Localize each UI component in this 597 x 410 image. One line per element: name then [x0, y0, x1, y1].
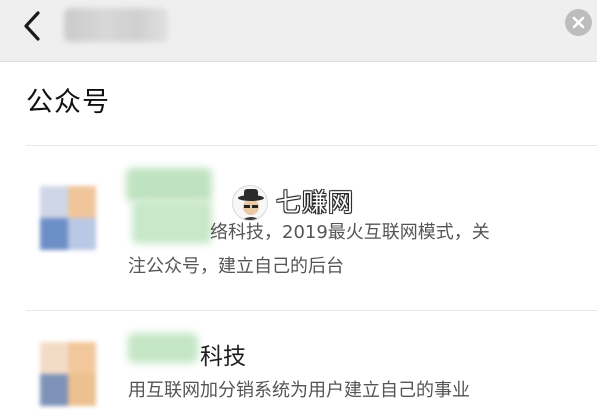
account-avatar [40, 342, 96, 406]
account-name-redacted [128, 333, 198, 363]
watermark-text: 七赚网 [276, 188, 355, 217]
chevron-left-icon [24, 11, 40, 41]
account-name: 科技 [200, 344, 246, 370]
watermark-logo-icon [232, 185, 268, 221]
search-bar [0, 0, 597, 62]
section-title: 公众号 [26, 87, 110, 118]
search-result-item[interactable]: 络科技，2019最火互联网模式，关 注公众号，建立自己的后台 [0, 146, 597, 310]
account-description: 络科技，2019最火互联网模式，关 注公众号，建立自己的后台 [128, 216, 588, 284]
account-avatar [40, 186, 96, 250]
description-line: 注公众号，建立自己的后台 [128, 256, 344, 277]
search-query-text[interactable] [64, 8, 168, 42]
clear-search-button[interactable] [565, 9, 592, 36]
description-line: 用互联网加分销系统为用户建立自己的事业 [128, 380, 470, 401]
description-line: 络科技，2019最火互联网模式，关 [210, 222, 490, 243]
account-description: 用互联网加分销系统为用户建立自己的事业 [128, 374, 588, 408]
account-name-redacted [126, 168, 212, 202]
close-circle-icon [572, 16, 585, 29]
back-button[interactable] [18, 9, 52, 43]
search-result-item[interactable]: 科技 用互联网加分销系统为用户建立自己的事业 [0, 311, 597, 410]
